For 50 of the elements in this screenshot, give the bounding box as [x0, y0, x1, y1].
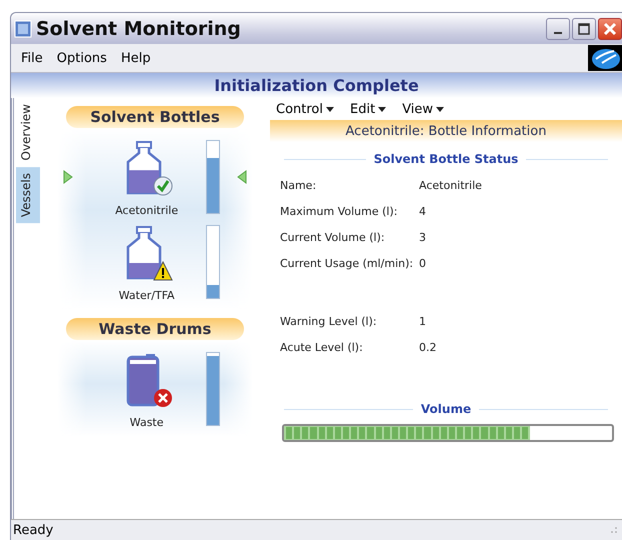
field-label: Current Volume (l):: [280, 230, 386, 244]
vessel-row[interactable]: Acetonitrile: [57, 136, 253, 217]
error-icon: [152, 388, 173, 408]
group-header: Waste Drums: [66, 318, 244, 340]
close-button[interactable]: [598, 18, 622, 40]
field-label: Maximum Volume (l):: [280, 204, 398, 218]
menu-item[interactable]: Help: [120, 50, 151, 66]
right-arrow-icon: [63, 170, 73, 184]
caret-icon: [378, 106, 386, 112]
field-label: Current Usage (ml/min):: [280, 256, 414, 270]
warning-icon: [152, 261, 173, 281]
toolbar-menu[interactable]: Edit: [350, 102, 386, 116]
status-banner: Initialization Complete: [11, 73, 622, 98]
menu-item[interactable]: Options: [56, 50, 107, 66]
app-icon: [14, 20, 32, 38]
caret-icon: [326, 106, 334, 112]
close-icon: [603, 22, 617, 36]
section-title: Solvent Bottle Status: [374, 152, 518, 166]
field-value: 0: [419, 256, 426, 270]
caret-icon: [436, 106, 444, 112]
vessel-name[interactable]: Water/TFA: [118, 289, 175, 302]
vessel-name[interactable]: Acetonitrile: [115, 204, 178, 217]
maximize-icon: [578, 22, 590, 34]
field-value: Acetonitrile: [419, 178, 482, 192]
logo-icon: [588, 45, 622, 71]
checkmark-icon: [152, 176, 173, 196]
resize-grip-icon: [610, 526, 618, 534]
menu-item[interactable]: File: [21, 50, 43, 66]
group-header: Solvent Bottles: [66, 106, 244, 128]
detail-header: Acetonitrile: Bottle Information: [270, 120, 622, 142]
toolbar-menu[interactable]: View: [402, 102, 444, 116]
field-label: Name:: [280, 178, 318, 192]
window-title: Solvent Monitoring: [36, 18, 241, 40]
minimize-button[interactable]: [546, 18, 570, 40]
vessel-name[interactable]: Waste: [130, 416, 164, 429]
maximize-button[interactable]: [572, 18, 596, 40]
left-arrow-icon: [236, 170, 247, 184]
field-label: Warning Level (l):: [280, 314, 378, 328]
field-value: 1: [419, 314, 426, 328]
field-label: Acute Level (l):: [280, 340, 364, 354]
section-title: Volume: [420, 402, 472, 416]
vessel-row[interactable]: Water/TFA: [57, 221, 253, 302]
minimize-icon: [554, 32, 562, 34]
field-value: 0.2: [419, 340, 436, 354]
field-value: 3: [419, 230, 426, 244]
vessel-row[interactable]: Waste: [57, 348, 253, 429]
toolbar-menu[interactable]: Control: [276, 102, 334, 116]
status-text: Ready: [13, 522, 54, 538]
side-tab[interactable]: Vessels: [16, 166, 40, 223]
field-value: 4: [419, 204, 426, 218]
